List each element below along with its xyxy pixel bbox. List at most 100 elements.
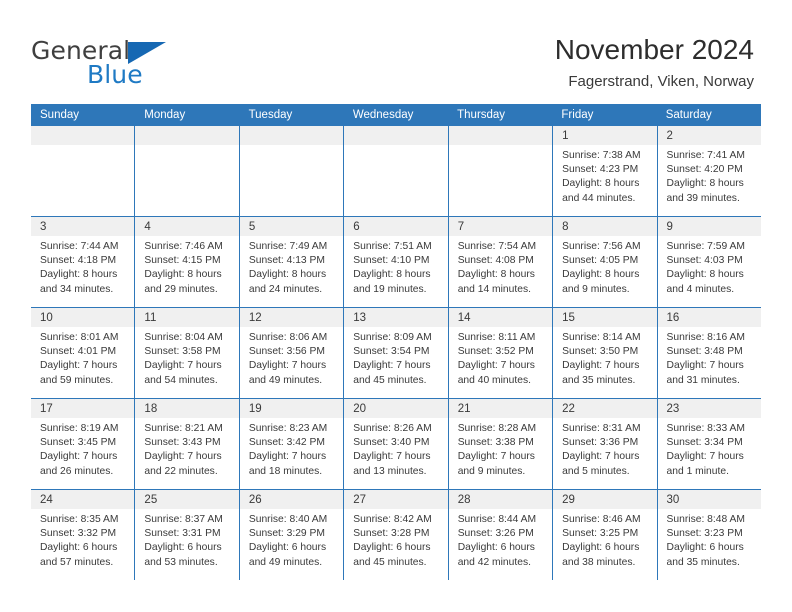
day-cell[interactable]: 5 Sunrise: 7:49 AM Sunset: 4:13 PM Daylight… xyxy=(238,217,344,307)
day-number: 23 xyxy=(666,403,680,415)
daylight-text-line2: and 18 minutes. xyxy=(248,465,323,477)
daylight-text-line1: Daylight: 8 hours xyxy=(40,269,118,281)
day-number-band: 13 xyxy=(344,308,448,327)
day-cell[interactable]: 24 Sunrise: 8:35 AM Sunset: 3:32 PM Dayligh… xyxy=(31,490,135,580)
day-cell[interactable]: 23 Sunrise: 8:33 AM Sunset: 3:34 PM Dayligh… xyxy=(656,399,761,489)
sun-info: Sunrise: 7:49 AM Sunset: 4:13 PM Daylight:… xyxy=(240,236,343,297)
day-cell[interactable]: 15 Sunrise: 8:14 AM Sunset: 3:50 PM Dayligh… xyxy=(552,308,657,398)
day-cell[interactable]: 2 Sunrise: 7:41 AM Sunset: 4:20 PM Daylight… xyxy=(656,126,761,216)
sunset-text: Sunset: 3:28 PM xyxy=(353,528,430,540)
day-cell[interactable]: 25 Sunrise: 8:37 AM Sunset: 3:31 PM Dayligh… xyxy=(134,490,239,580)
sunrise-text: Sunrise: 7:49 AM xyxy=(248,241,328,252)
day-number: 28 xyxy=(457,494,471,506)
sunset-text: Sunset: 4:08 PM xyxy=(457,255,534,267)
daylight-text-line2: and 9 minutes. xyxy=(457,465,526,477)
sunset-text: Sunset: 4:20 PM xyxy=(666,164,743,176)
day-cell[interactable]: 3 Sunrise: 7:44 AM Sunset: 4:18 PM Daylight… xyxy=(31,217,135,307)
day-cell[interactable]: 12 Sunrise: 8:06 AM Sunset: 3:56 PM Dayligh… xyxy=(238,308,344,398)
day-number-band xyxy=(239,126,344,145)
sun-info: Sunrise: 7:38 AM Sunset: 4:23 PM Daylight:… xyxy=(553,145,656,206)
daylight-text-line1: Daylight: 7 hours xyxy=(666,360,744,372)
day-cell[interactable]: 9 Sunrise: 7:59 AM Sunset: 4:03 PM Daylight… xyxy=(656,217,761,307)
daylight-text-line2: and 53 minutes. xyxy=(144,556,218,568)
week-row: 17 Sunrise: 8:19 AM Sunset: 3:45 PM Dayligh… xyxy=(31,398,761,489)
daylight-text-line2: and 59 minutes. xyxy=(40,374,114,386)
sun-info: Sunrise: 7:54 AM Sunset: 4:08 PM Daylight:… xyxy=(449,236,552,297)
day-cell[interactable]: 18 Sunrise: 8:21 AM Sunset: 3:43 PM Dayligh… xyxy=(134,399,239,489)
day-number-band: 20 xyxy=(344,399,448,418)
daylight-text-line2: and 29 minutes. xyxy=(144,283,218,295)
sunrise-text: Sunrise: 8:09 AM xyxy=(353,332,432,343)
sunset-text: Sunset: 3:23 PM xyxy=(666,528,743,540)
day-cell[interactable]: 29 Sunrise: 8:46 AM Sunset: 3:25 PM Dayligh… xyxy=(552,490,657,580)
day-cell[interactable]: 21 Sunrise: 8:28 AM Sunset: 3:38 PM Dayligh… xyxy=(447,399,553,489)
sunset-text: Sunset: 4:01 PM xyxy=(40,346,117,358)
day-cell[interactable]: 27 Sunrise: 8:42 AM Sunset: 3:28 PM Dayligh… xyxy=(343,490,448,580)
sunrise-text: Sunrise: 8:46 AM xyxy=(562,514,641,525)
day-cell[interactable]: 14 Sunrise: 8:11 AM Sunset: 3:52 PM Dayligh… xyxy=(447,308,553,398)
day-number: 14 xyxy=(457,312,471,324)
sun-info: Sunrise: 8:40 AM Sunset: 3:29 PM Daylight:… xyxy=(240,509,343,570)
day-number-band: 19 xyxy=(239,399,344,418)
sunrise-text: Sunrise: 8:21 AM xyxy=(144,423,223,434)
day-number-band: 8 xyxy=(553,217,657,236)
sunset-text: Sunset: 3:56 PM xyxy=(248,346,325,358)
sun-info: Sunrise: 7:41 AM Sunset: 4:20 PM Daylight:… xyxy=(658,145,761,206)
day-number: 1 xyxy=(562,130,569,142)
sunset-text: Sunset: 3:31 PM xyxy=(144,528,221,540)
day-cell[interactable]: 16 Sunrise: 8:16 AM Sunset: 3:48 PM Dayligh… xyxy=(656,308,761,398)
day-cell[interactable]: 4 Sunrise: 7:46 AM Sunset: 4:15 PM Daylight… xyxy=(134,217,239,307)
day-number-band: 1 xyxy=(553,126,657,145)
daylight-text-line2: and 31 minutes. xyxy=(666,374,740,386)
sunrise-text: Sunrise: 7:46 AM xyxy=(144,241,223,252)
day-cell[interactable]: 6 Sunrise: 7:51 AM Sunset: 4:10 PM Daylight… xyxy=(343,217,448,307)
daylight-text-line1: Daylight: 6 hours xyxy=(40,542,118,554)
day-cell[interactable]: 11 Sunrise: 8:04 AM Sunset: 3:58 PM Dayligh… xyxy=(134,308,239,398)
day-cell[interactable]: 13 Sunrise: 8:09 AM Sunset: 3:54 PM Dayligh… xyxy=(343,308,448,398)
sun-info: Sunrise: 8:46 AM Sunset: 3:25 PM Daylight:… xyxy=(553,509,656,570)
daylight-text-line1: Daylight: 7 hours xyxy=(457,360,535,372)
day-cell[interactable]: 22 Sunrise: 8:31 AM Sunset: 3:36 PM Dayligh… xyxy=(552,399,657,489)
day-cell[interactable]: 20 Sunrise: 8:26 AM Sunset: 3:40 PM Dayligh… xyxy=(343,399,448,489)
week-row: 1 Sunrise: 7:38 AM Sunset: 4:23 PM Daylight… xyxy=(31,126,761,216)
sunrise-text: Sunrise: 8:33 AM xyxy=(666,423,745,434)
week-row: 24 Sunrise: 8:35 AM Sunset: 3:32 PM Dayligh… xyxy=(31,489,761,580)
weeks-container: 1 Sunrise: 7:38 AM Sunset: 4:23 PM Daylight… xyxy=(31,126,761,580)
sunset-text: Sunset: 3:36 PM xyxy=(562,437,639,449)
day-cell[interactable]: 7 Sunrise: 7:54 AM Sunset: 4:08 PM Daylight… xyxy=(447,217,553,307)
day-cell[interactable]: 26 Sunrise: 8:40 AM Sunset: 3:29 PM Dayligh… xyxy=(238,490,344,580)
daylight-text-line1: Daylight: 8 hours xyxy=(248,269,327,281)
sunset-text: Sunset: 3:25 PM xyxy=(562,528,639,540)
sunrise-text: Sunrise: 8:28 AM xyxy=(457,423,537,434)
day-cell[interactable]: 19 Sunrise: 8:23 AM Sunset: 3:42 PM Dayligh… xyxy=(238,399,344,489)
day-number: 3 xyxy=(40,221,47,233)
daylight-text-line1: Daylight: 6 hours xyxy=(562,542,640,554)
sunrise-text: Sunrise: 8:37 AM xyxy=(144,514,223,525)
sunset-text: Sunset: 3:50 PM xyxy=(562,346,639,358)
daylight-text-line2: and 9 minutes. xyxy=(562,283,630,295)
day-number-band: 29 xyxy=(553,490,657,509)
day-number-band: 5 xyxy=(239,217,344,236)
day-number-band: 2 xyxy=(657,126,761,145)
day-cell-empty xyxy=(134,126,239,216)
day-cell[interactable]: 17 Sunrise: 8:19 AM Sunset: 3:45 PM Dayligh… xyxy=(31,399,135,489)
day-cell[interactable]: 30 Sunrise: 8:48 AM Sunset: 3:23 PM Dayligh… xyxy=(656,490,761,580)
day-cell[interactable]: 1 Sunrise: 7:38 AM Sunset: 4:23 PM Daylight… xyxy=(552,126,657,216)
day-number-band xyxy=(344,126,448,145)
daylight-text-line1: Daylight: 8 hours xyxy=(666,178,744,190)
daylight-text-line1: Daylight: 7 hours xyxy=(144,360,222,372)
brand-logo[interactable]: General Blue xyxy=(31,36,211,89)
day-cell[interactable]: 28 Sunrise: 8:44 AM Sunset: 3:26 PM Dayligh… xyxy=(447,490,553,580)
sunset-text: Sunset: 3:45 PM xyxy=(40,437,117,449)
day-number-band: 12 xyxy=(239,308,344,327)
day-number: 16 xyxy=(666,312,680,324)
sunrise-text: Sunrise: 8:48 AM xyxy=(666,514,745,525)
day-cell[interactable]: 8 Sunrise: 7:56 AM Sunset: 4:05 PM Daylight… xyxy=(552,217,657,307)
sun-info: Sunrise: 8:16 AM Sunset: 3:48 PM Daylight:… xyxy=(658,327,761,388)
daylight-text-line2: and 35 minutes. xyxy=(562,374,636,386)
sunrise-text: Sunrise: 8:14 AM xyxy=(562,332,641,343)
location-subtitle: Fagerstrand, Viken, Norway xyxy=(568,73,754,90)
day-cell[interactable]: 10 Sunrise: 8:01 AM Sunset: 4:01 PM Dayligh… xyxy=(31,308,135,398)
daylight-text-line1: Daylight: 7 hours xyxy=(353,360,431,372)
weekday-header-row: Sunday Monday Tuesday Wednesday Thursday… xyxy=(31,104,761,126)
